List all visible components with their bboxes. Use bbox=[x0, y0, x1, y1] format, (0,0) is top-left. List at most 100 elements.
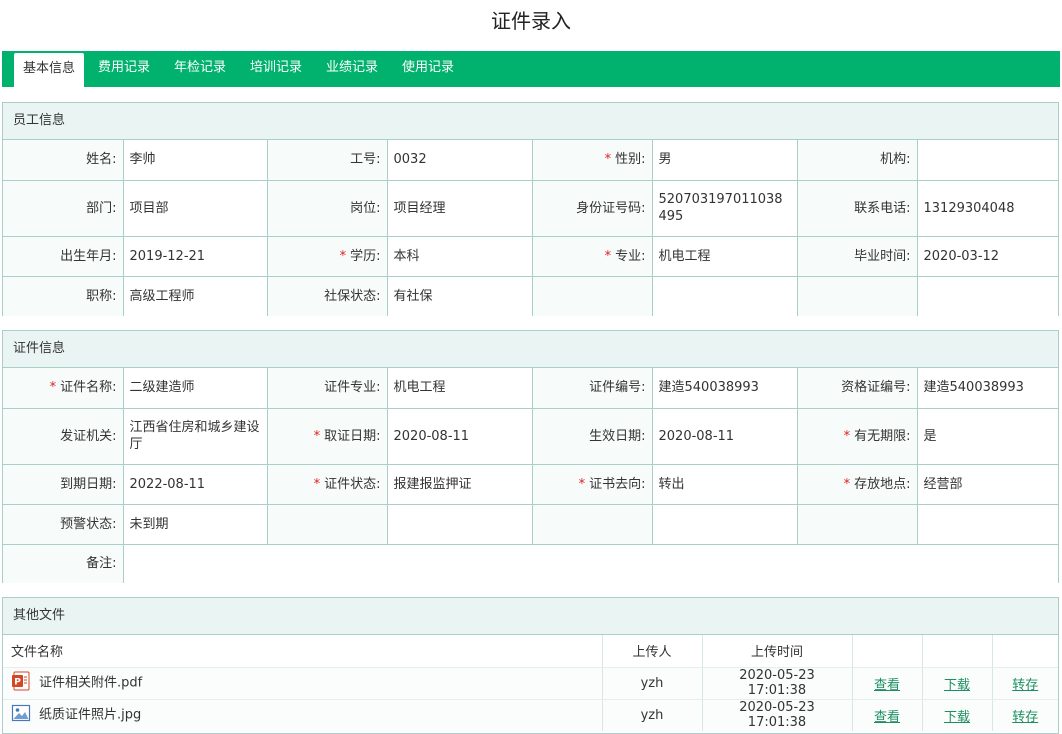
required-mark: * bbox=[49, 380, 57, 396]
file-upload-time: 2020-05-23 17:01:38 bbox=[702, 699, 853, 731]
tab-performance-records[interactable]: 业绩记录 bbox=[326, 51, 378, 87]
header-file-name: 文件名称 bbox=[3, 635, 603, 668]
employee-info-header: 员工信息 bbox=[3, 103, 1058, 140]
field-cert-major[interactable]: 机电工程 bbox=[386, 368, 533, 409]
label-name: 姓名: bbox=[3, 140, 124, 181]
field-department[interactable]: 项目部 bbox=[122, 179, 268, 237]
field-position[interactable]: 项目经理 bbox=[386, 179, 533, 237]
field-gender[interactable]: 男 bbox=[651, 140, 798, 181]
download-link[interactable]: 下载 bbox=[944, 678, 970, 693]
field-cert-status[interactable]: 报建报监押证 bbox=[386, 463, 533, 505]
label-expire-date: 到期日期: bbox=[3, 463, 124, 505]
field-qualification-number[interactable]: 建造540038993 bbox=[916, 368, 1058, 409]
required-mark: * bbox=[313, 428, 321, 444]
empty-cell bbox=[531, 503, 653, 545]
field-whereabouts[interactable]: 转出 bbox=[651, 463, 798, 505]
download-cell: 下载 bbox=[922, 699, 993, 731]
label-department: 部门: bbox=[3, 179, 124, 237]
page-title: 证件录入 bbox=[491, 9, 571, 33]
other-files-panel: 其他文件 文件名称 上传人 上传时间 P 证件相关附件.pdf yzh 2020… bbox=[2, 597, 1059, 734]
field-name[interactable]: 李帅 bbox=[122, 140, 268, 181]
field-cert-number[interactable]: 建造540038993 bbox=[651, 368, 798, 409]
field-warning-status[interactable]: 未到期 bbox=[122, 503, 268, 545]
view-link[interactable]: 查看 bbox=[874, 678, 900, 693]
tab-inspection-records[interactable]: 年检记录 bbox=[174, 51, 226, 87]
field-job-title[interactable]: 高级工程师 bbox=[122, 275, 268, 316]
label-cert-major: 证件专业: bbox=[266, 368, 388, 409]
save-link[interactable]: 转存 bbox=[1012, 678, 1038, 693]
pdf-file-icon: P bbox=[11, 671, 31, 695]
field-birth[interactable]: 2019-12-21 bbox=[122, 235, 268, 277]
label-id-card: 身份证号码: bbox=[531, 179, 653, 237]
label-organization: 机构: bbox=[796, 140, 918, 181]
field-major[interactable]: 机电工程 bbox=[651, 235, 798, 277]
field-obtain-date[interactable]: 2020-08-11 bbox=[386, 407, 533, 465]
file-name: 证件相关附件.pdf bbox=[39, 675, 143, 691]
label-whereabouts: * 证书去向: bbox=[531, 463, 653, 505]
label-social-security: 社保状态: bbox=[266, 275, 388, 316]
label-cert-name: * 证件名称: bbox=[3, 368, 124, 409]
save-cell: 转存 bbox=[992, 699, 1058, 731]
empty-cell bbox=[796, 275, 918, 316]
header-empty bbox=[852, 635, 923, 668]
tab-fee-records[interactable]: 费用记录 bbox=[98, 51, 150, 87]
download-link[interactable]: 下载 bbox=[944, 710, 970, 725]
label-job-title: 职称: bbox=[3, 275, 124, 316]
field-cert-name[interactable]: 二级建造师 bbox=[122, 368, 268, 409]
file-upload-time: 2020-05-23 17:01:38 bbox=[702, 667, 853, 700]
empty-cell bbox=[916, 503, 1058, 545]
field-issuer[interactable]: 江西省住房和城乡建设厅 bbox=[122, 407, 268, 465]
field-organization[interactable] bbox=[916, 140, 1058, 181]
certificate-info-table: * 证件名称: 二级建造师 证件专业: 机电工程 证件编号: 建造54003899… bbox=[3, 368, 1058, 583]
employee-info-panel: 员工信息 姓名: 李帅 工号: 0032 * 性别: 男 机构: 部门: 项目部 … bbox=[2, 102, 1059, 316]
required-mark: * bbox=[604, 248, 612, 264]
label-birth: 出生年月: bbox=[3, 235, 124, 277]
empty-cell bbox=[916, 275, 1058, 316]
empty-cell bbox=[531, 275, 653, 316]
required-mark: * bbox=[313, 476, 321, 492]
image-file-icon bbox=[11, 703, 31, 727]
label-graduation: 毕业时间: bbox=[796, 235, 918, 277]
file-name: 纸质证件照片.jpg bbox=[39, 707, 142, 723]
file-name-cell: 纸质证件照片.jpg bbox=[3, 699, 603, 731]
empty-cell bbox=[651, 503, 798, 545]
field-graduation[interactable]: 2020-03-12 bbox=[916, 235, 1058, 277]
field-remark[interactable] bbox=[122, 543, 1058, 583]
field-education[interactable]: 本科 bbox=[386, 235, 533, 277]
save-link[interactable]: 转存 bbox=[1012, 710, 1038, 725]
field-phone[interactable]: 13129304048 bbox=[916, 179, 1058, 237]
field-employee-number[interactable]: 0032 bbox=[386, 140, 533, 181]
field-validity[interactable]: 是 bbox=[916, 407, 1058, 465]
label-major: * 专业: bbox=[531, 235, 653, 277]
file-uploader: yzh bbox=[602, 699, 703, 731]
label-effective-date: 生效日期: bbox=[531, 407, 653, 465]
field-storage-location[interactable]: 经营部 bbox=[916, 463, 1058, 505]
field-expire-date[interactable]: 2022-08-11 bbox=[122, 463, 268, 505]
required-mark: * bbox=[843, 428, 851, 444]
certificate-info-header: 证件信息 bbox=[3, 331, 1058, 368]
label-validity: * 有无期限: bbox=[796, 407, 918, 465]
tab-training-records[interactable]: 培训记录 bbox=[250, 51, 302, 87]
label-issuer: 发证机关: bbox=[3, 407, 124, 465]
header-empty bbox=[992, 635, 1058, 668]
label-storage-location: * 存放地点: bbox=[796, 463, 918, 505]
label-education: * 学历: bbox=[266, 235, 388, 277]
label-warning-status: 预警状态: bbox=[3, 503, 124, 545]
file-name-cell: P 证件相关附件.pdf bbox=[3, 667, 603, 700]
field-effective-date[interactable]: 2020-08-11 bbox=[651, 407, 798, 465]
field-social-security[interactable]: 有社保 bbox=[386, 275, 533, 316]
label-qualification-number: 资格证编号: bbox=[796, 368, 918, 409]
tab-basic-info[interactable]: 基本信息 bbox=[14, 53, 85, 87]
empty-cell bbox=[796, 503, 918, 545]
required-mark: * bbox=[604, 152, 612, 168]
view-link[interactable]: 查看 bbox=[874, 710, 900, 725]
svg-text:P: P bbox=[14, 678, 21, 688]
header-uploader: 上传人 bbox=[602, 635, 703, 668]
required-mark: * bbox=[578, 476, 586, 492]
label-cert-number: 证件编号: bbox=[531, 368, 653, 409]
view-cell: 查看 bbox=[852, 699, 923, 731]
header-upload-time: 上传时间 bbox=[702, 635, 853, 668]
tab-usage-records[interactable]: 使用记录 bbox=[402, 51, 454, 87]
field-id-card[interactable]: 520703197011038495 bbox=[651, 179, 798, 237]
tab-bar: 基本信息 费用记录 年检记录 培训记录 业绩记录 使用记录 bbox=[2, 51, 1060, 87]
